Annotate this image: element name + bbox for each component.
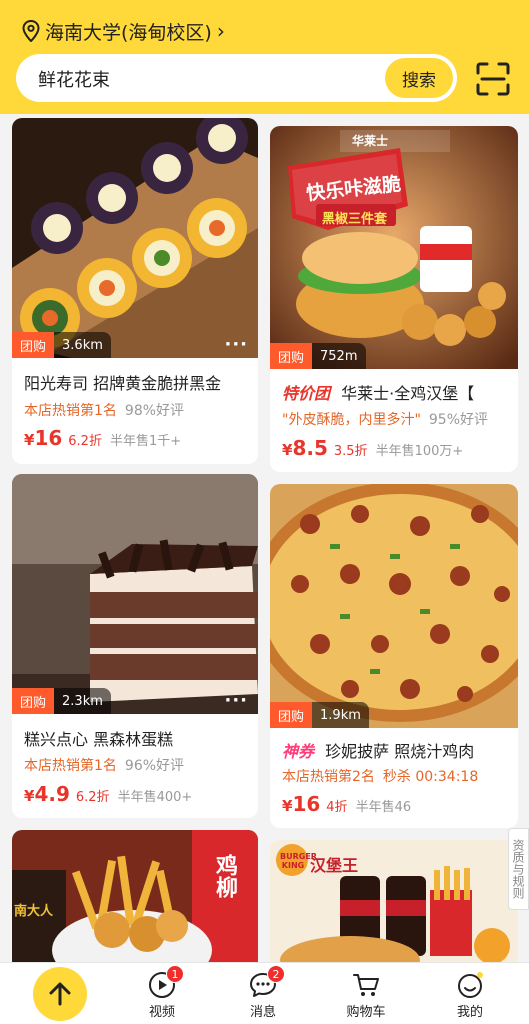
nav-item-profile[interactable]: 我的 <box>440 971 500 1020</box>
product-card-pizza[interactable]: 团购 1.9km 神券 珍妮披萨 照烧汁鸡肉 本店热销第2名 秒杀 00:34:1… <box>270 484 518 828</box>
more-options-icon[interactable]: ··· <box>224 690 248 711</box>
deal-tag-row: 团购 2.3km <box>12 688 111 714</box>
smiley-profile-icon <box>458 972 483 998</box>
nav-item-cart[interactable]: 购物车 <box>336 971 396 1020</box>
discount-label: 6.2折 <box>75 790 110 805</box>
brand-name: 汉堡王 <box>310 856 359 875</box>
rank-label: 本店热销第1名 <box>24 403 117 419</box>
product-title-text: 华莱士·全鸡汉堡【 <box>341 384 475 403</box>
rank-line: 本店热销第2名 秒杀 00:34:18 <box>282 766 478 786</box>
product-card-chicken-fries[interactable]: 鸡柳 南大人 <box>12 830 258 970</box>
group-buy-tag: 团购 <box>12 332 55 358</box>
chevron-right-icon: › <box>216 19 225 43</box>
product-title: 特价团 华莱士·全鸡汉堡【 <box>282 380 514 404</box>
currency-symbol: ¥ <box>24 431 35 449</box>
rating-label: 96%好评 <box>124 758 185 774</box>
video-badge: 1 <box>166 965 184 983</box>
store-sign: 南大人 <box>14 904 54 919</box>
bottom-nav: 1 视频 2 消息 购物车 我的 <box>0 962 529 1024</box>
discount-label: 3.5折 <box>333 444 368 459</box>
sold-count: 半年售1千+ <box>109 434 182 449</box>
distance-label: 1.9km <box>312 702 369 728</box>
poster-subheadline: 黑椒三件套 <box>322 212 388 227</box>
distance-label: 2.3km <box>54 688 111 714</box>
product-title: 阳光寿司 招牌黄金脆拼黑金 <box>24 374 222 393</box>
sold-count: 半年售100万+ <box>375 444 464 459</box>
burger-king-logo: BURGER KING <box>280 852 317 870</box>
shopping-cart-icon <box>353 974 379 996</box>
group-buy-tag: 团购 <box>270 702 313 728</box>
arrow-up-icon <box>49 982 71 1006</box>
discount-label: 4折 <box>326 800 348 815</box>
deal-tag-row: 团购 752m <box>270 343 366 369</box>
price-value: 16 <box>292 792 321 816</box>
product-image: BURGER KING 汉堡王 <box>270 840 518 970</box>
brand-banner: 鸡柳 <box>212 854 237 898</box>
nav-item-video[interactable]: 1 视频 <box>132 965 192 1020</box>
coupon-badge: 神券 <box>282 742 315 761</box>
scan-icon[interactable] <box>474 60 512 98</box>
rank-line: 本店热销第1名 98%好评 <box>24 400 184 420</box>
messages-badge: 2 <box>267 965 285 983</box>
flash-sale-countdown: 秒杀 00:34:18 <box>382 769 479 785</box>
rank-line: 本店热销第1名 96%好评 <box>24 755 184 775</box>
price-line: ¥ 4.9 6.2折 半年售400+ <box>24 782 192 806</box>
deal-tag-row: 团购 3.6km <box>12 332 111 358</box>
rating-label: 98%好评 <box>124 403 185 419</box>
location-pin-icon <box>22 20 40 42</box>
search-bar[interactable]: 鲜花花束 搜索 <box>16 54 457 102</box>
price-line: ¥ 16 6.2折 半年售1千+ <box>24 426 181 450</box>
review-quote: "外皮酥脆，内里多汁" <box>282 412 421 428</box>
product-image: 华莱士 快乐咔滋脆 黑椒三件套 <box>270 126 518 369</box>
product-image: 鸡柳 南大人 <box>12 830 258 970</box>
rank-label: 本店热销第2名 <box>282 769 375 785</box>
price-value: 8.5 <box>292 436 328 460</box>
price-line: ¥ 8.5 3.5折 半年售100万+ <box>282 436 463 460</box>
product-title: 糕兴点心 黑森林蛋糕 <box>24 730 174 749</box>
review-line: "外皮酥脆，内里多汁" 95%好评 <box>282 409 488 429</box>
search-input[interactable]: 鲜花花束 <box>38 66 110 92</box>
nav-label: 视频 <box>148 1005 175 1020</box>
currency-symbol: ¥ <box>282 441 293 459</box>
distance-label: 752m <box>312 343 366 369</box>
qualification-rules-tab[interactable]: 资质与规则 <box>508 828 529 910</box>
brand-logo: 华莱士 <box>352 134 389 148</box>
product-card-wallace[interactable]: 华莱士 快乐咔滋脆 黑椒三件套 团购 752m 特价团 华莱士·全鸡汉堡【 "外… <box>270 126 518 472</box>
nav-label: 消息 <box>249 1005 276 1020</box>
back-to-top-button[interactable] <box>33 967 87 1021</box>
sold-count: 半年售400+ <box>117 790 193 805</box>
price-line: ¥ 16 4折 半年售46 <box>282 792 411 816</box>
product-image <box>12 118 258 358</box>
rank-label: 本店热销第1名 <box>24 758 117 774</box>
discount-label: 6.2折 <box>68 434 102 449</box>
location-selector[interactable]: 海南大学(海甸校区) › <box>22 16 225 46</box>
header: 海南大学(海甸校区) › 鲜花花束 搜索 <box>0 0 529 114</box>
product-title-text: 珍妮披萨 照烧汁鸡肉 <box>325 742 475 761</box>
nav-label: 购物车 <box>346 1005 386 1020</box>
distance-label: 3.6km <box>54 332 111 358</box>
price-value: 16 <box>34 426 63 450</box>
product-image <box>270 484 518 728</box>
product-title: 神券 珍妮披萨 照烧汁鸡肉 <box>282 738 514 762</box>
currency-symbol: ¥ <box>282 797 293 815</box>
group-buy-tag: 团购 <box>270 343 313 369</box>
special-deal-badge: 特价团 <box>282 384 331 403</box>
group-buy-tag: 团购 <box>12 688 55 714</box>
product-card-sushi[interactable]: 团购 3.6km ··· 阳光寿司 招牌黄金脆拼黑金 本店热销第1名 98%好评 … <box>12 118 258 464</box>
more-options-icon[interactable]: ··· <box>224 334 248 355</box>
price-value: 4.9 <box>34 782 70 806</box>
currency-symbol: ¥ <box>24 787 35 805</box>
product-image <box>12 474 258 714</box>
sold-count: 半年售46 <box>355 800 412 815</box>
rating-label: 95%好评 <box>428 412 489 428</box>
location-label: 海南大学(海甸校区) <box>45 21 212 44</box>
search-button[interactable]: 搜索 <box>385 58 453 98</box>
deal-tag-row: 团购 1.9km <box>270 702 369 728</box>
product-card-burger-king[interactable]: BURGER KING 汉堡王 <box>270 840 518 970</box>
product-card-cake[interactable]: 团购 2.3km ··· 糕兴点心 黑森林蛋糕 本店热销第1名 96%好评 ¥ 4… <box>12 474 258 818</box>
nav-item-messages[interactable]: 2 消息 <box>233 965 293 1020</box>
nav-label: 我的 <box>456 1005 483 1020</box>
